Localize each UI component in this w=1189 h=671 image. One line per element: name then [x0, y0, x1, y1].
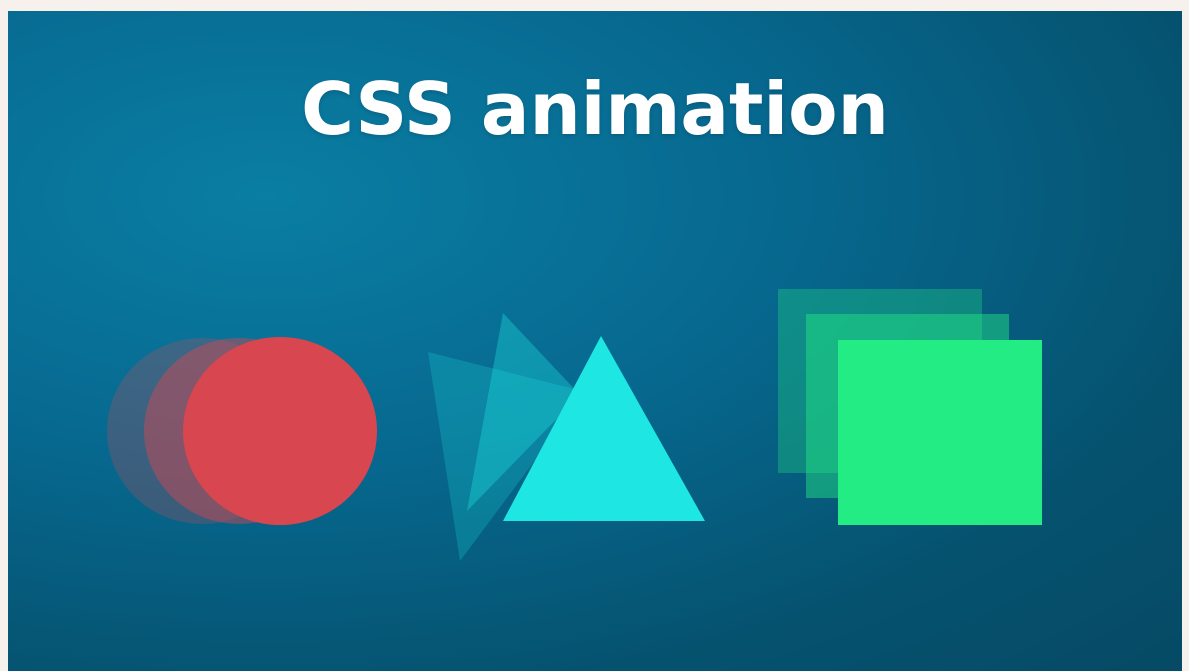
- shapes-illustration: [107, 289, 1042, 561]
- square-shape: [838, 340, 1042, 525]
- animated-square-icon: [778, 289, 1042, 525]
- banner: CSS animation: [8, 11, 1182, 671]
- animated-circle-icon: [107, 337, 377, 525]
- circle-shape: [183, 337, 377, 525]
- animated-triangle-icon: [428, 313, 705, 561]
